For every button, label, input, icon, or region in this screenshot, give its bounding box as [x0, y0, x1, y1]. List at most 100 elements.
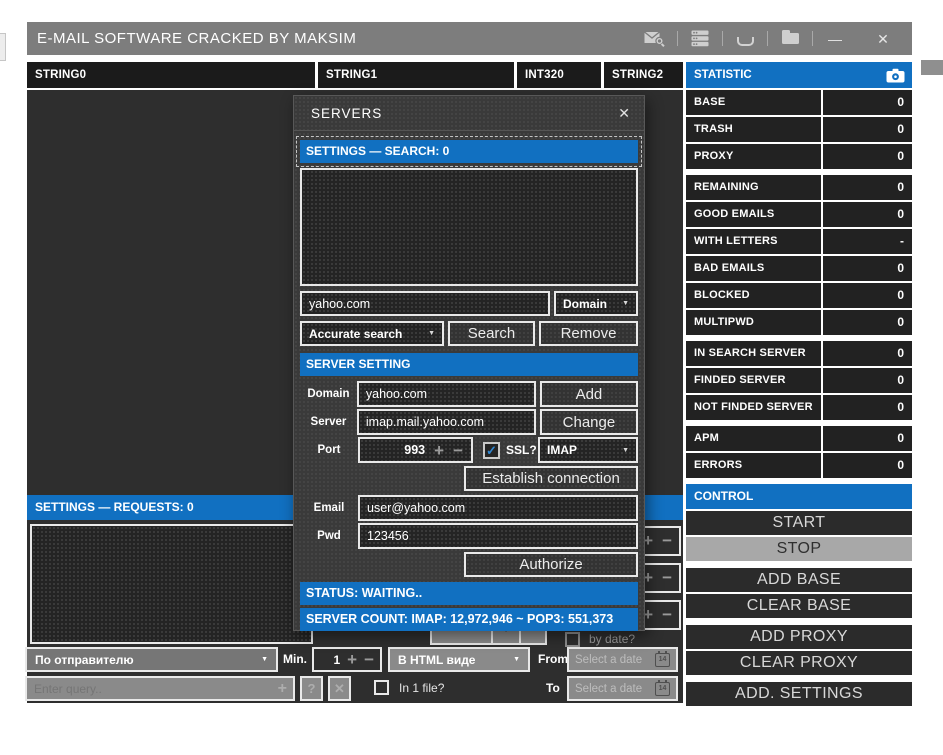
screen-edge-fragment — [0, 33, 6, 61]
protocol-dropdown[interactable]: IMAP ▼ — [538, 437, 638, 463]
toolbar-separator — [812, 31, 813, 46]
column-header-string1[interactable]: STRING1 — [318, 62, 514, 88]
tray-icon[interactable] — [732, 28, 758, 50]
port-label: Port — [300, 437, 358, 463]
statistic-header-label: STATISTIC — [694, 62, 752, 88]
server-setting-header: SERVER SETTING — [300, 353, 638, 376]
search-mode-value: Accurate search — [309, 327, 402, 341]
chevron-down-icon: ▼ — [261, 656, 268, 663]
stat-row-proxy: PROXY 0 — [686, 144, 912, 169]
query-type-dropdown[interactable]: Domain ▼ — [554, 291, 638, 316]
chevron-down-icon: ▼ — [513, 656, 520, 663]
statistic-header: STATISTIC — [686, 62, 912, 88]
domain-label: Domain — [300, 381, 357, 407]
column-header-string0[interactable]: STRING0 — [27, 62, 315, 88]
stat-row-in-search-server: IN SEARCH SERVER 0 — [686, 341, 912, 366]
remove-button[interactable]: Remove — [539, 321, 638, 346]
in-one-file-checkbox[interactable] — [374, 680, 389, 695]
port-value: 993 — [404, 443, 425, 457]
add-settings-button[interactable]: ADD. SETTINGS — [686, 682, 912, 706]
chevron-down-icon: ▼ — [622, 300, 629, 307]
window-title: E-MAIL SOFTWARE CRACKED BY MAKSIM — [37, 30, 356, 47]
server-label: Server — [300, 409, 357, 435]
change-button[interactable]: Change — [540, 409, 638, 435]
mail-search-icon[interactable] — [642, 28, 668, 50]
titlebar-toolbar: — ✕ — [642, 28, 896, 50]
port-stepper[interactable]: 993 + − — [358, 437, 473, 463]
to-date-picker[interactable]: Select a date 14 — [567, 676, 678, 701]
dialog-close-button[interactable]: ✕ — [618, 105, 630, 122]
close-button[interactable]: ✕ — [870, 28, 896, 50]
add-proxy-button[interactable]: ADD PROXY — [686, 625, 912, 649]
start-button[interactable]: START — [686, 511, 912, 535]
format-filter-dropdown[interactable]: В HTML виде ▼ — [388, 647, 530, 672]
statistics-panel: BASE 0 TRASH 0 PROXY 0 REMAINING 0 GOOD … — [686, 90, 912, 708]
email-input[interactable] — [358, 495, 638, 521]
camera-icon[interactable] — [886, 68, 905, 83]
servers-dialog-titlebar: SERVERS ✕ — [294, 96, 644, 131]
minus-icon[interactable]: − — [364, 651, 374, 668]
close-icon: ✕ — [334, 681, 345, 697]
in-one-file-label: In 1 file? — [399, 681, 444, 695]
stat-row-base: BASE 0 — [686, 90, 912, 115]
server-list-icon[interactable] — [687, 28, 713, 50]
search-mode-dropdown[interactable]: Accurate search ▼ — [300, 321, 444, 346]
query-input-wrap: + — [25, 676, 295, 701]
calendar-icon[interactable]: 14 — [655, 682, 670, 696]
add-button[interactable]: Add — [540, 381, 638, 407]
min-value: 1 — [333, 653, 340, 667]
add-query-icon[interactable]: + — [278, 680, 287, 698]
requests-list[interactable] — [30, 524, 313, 644]
stat-row-trash: TRASH 0 — [686, 117, 912, 142]
ssl-checkbox[interactable]: ✓ — [483, 442, 500, 459]
stat-row-remaining: REMAINING 0 — [686, 175, 912, 200]
search-button[interactable]: Search — [448, 321, 535, 346]
servers-dialog: SERVERS ✕ SETTINGS — SEARCH: 0 Domain ▼ … — [293, 95, 645, 631]
folder-icon[interactable] — [777, 28, 803, 50]
minus-icon[interactable]: − — [662, 568, 672, 588]
column-header-int320[interactable]: INT320 — [517, 62, 601, 88]
from-date-placeholder: Select a date — [575, 654, 642, 666]
from-date-picker[interactable]: Select a date 14 — [567, 647, 678, 672]
pwd-input[interactable] — [358, 523, 638, 549]
query-input[interactable] — [27, 682, 278, 696]
search-results-list[interactable] — [300, 168, 638, 286]
minus-icon[interactable]: − — [453, 442, 463, 459]
search-query-input[interactable] — [300, 291, 550, 316]
authorize-button[interactable]: Authorize — [464, 552, 638, 577]
minus-icon[interactable]: − — [662, 605, 672, 625]
server-input[interactable] — [357, 409, 536, 435]
stop-button[interactable]: STOP — [686, 537, 912, 561]
settings-search-header: SETTINGS — SEARCH: 0 — [300, 140, 638, 163]
plus-icon[interactable]: + — [347, 651, 357, 668]
plus-icon[interactable]: + — [434, 442, 444, 459]
pwd-label: Pwd — [300, 523, 358, 549]
clear-base-button[interactable]: CLEAR BASE — [686, 594, 912, 618]
toolbar-separator — [722, 31, 723, 46]
stat-row-with-letters: WITH LETTERS - — [686, 229, 912, 254]
query-type-value: Domain — [563, 297, 607, 311]
clear-query-button[interactable]: ✕ — [328, 676, 351, 701]
minus-icon[interactable]: − — [662, 531, 672, 551]
stat-row-finded-server: FINDED SERVER 0 — [686, 368, 912, 393]
sender-filter-dropdown[interactable]: По отправителю ▼ — [25, 647, 278, 672]
add-base-button[interactable]: ADD BASE — [686, 568, 912, 592]
to-label: To — [546, 681, 560, 695]
minimize-button[interactable]: — — [822, 28, 848, 50]
server-count-bar: SERVER COUNT: IMAP: 12,972,946 ~ POP3: 5… — [300, 608, 638, 631]
stat-row-errors: ERRORS 0 — [686, 453, 912, 478]
format-filter-value: В HTML виде — [398, 653, 475, 667]
to-date-placeholder: Select a date — [575, 683, 642, 695]
clear-proxy-button[interactable]: CLEAR PROXY — [686, 651, 912, 675]
column-header-string2[interactable]: STRING2 — [604, 62, 683, 88]
email-label: Email — [300, 495, 358, 521]
min-stepper[interactable]: 1 + − — [312, 647, 382, 672]
calendar-icon[interactable]: 14 — [655, 653, 670, 667]
domain-input[interactable] — [357, 381, 536, 407]
screen-edge-fragment — [921, 60, 943, 75]
question-icon: ? — [308, 681, 316, 696]
help-button[interactable]: ? — [300, 676, 323, 701]
chevron-down-icon: ▼ — [428, 330, 435, 337]
by-date-checkbox[interactable] — [565, 632, 580, 647]
establish-connection-button[interactable]: Establish connection — [464, 466, 638, 491]
